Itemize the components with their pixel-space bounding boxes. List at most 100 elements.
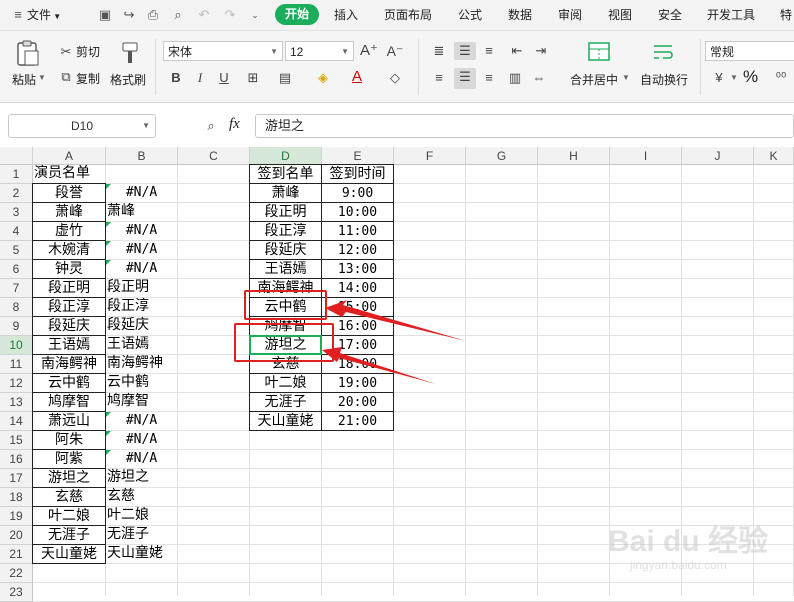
copy-icon[interactable]: ⧉ [57,68,75,86]
cell-a14[interactable]: 萧远山 [32,411,106,431]
cell-a11[interactable]: 南海鳄神 [32,354,106,374]
row-header-13[interactable]: 13 [0,393,33,412]
cell-d6[interactable]: 王语嫣 [249,259,322,279]
cell-a6[interactable]: 钟灵 [32,259,106,279]
cell-a19[interactable]: 叶二娘 [32,506,106,526]
row-header-2[interactable]: 2 [0,184,33,203]
column-header-k[interactable]: K [754,147,794,165]
cell-a13[interactable]: 鸠摩智 [32,392,106,412]
currency-icon[interactable]: ¥ [710,69,728,87]
cell-a1[interactable]: 演员名单 [32,164,106,184]
cell-e1[interactable]: 签到时间 [321,164,394,184]
cell-b7[interactable]: 段正明 [105,278,178,298]
row-header-11[interactable]: 11 [0,355,33,374]
cell-e5[interactable]: 12:00 [321,240,394,260]
row-header-5[interactable]: 5 [0,241,33,260]
cell-a20[interactable]: 无涯子 [32,525,106,545]
column-header-d[interactable]: D [250,147,322,165]
underline-icon[interactable]: U [215,69,233,87]
row-header-6[interactable]: 6 [0,260,33,279]
formula-input[interactable]: 游坦之 [255,114,794,138]
row-header-8[interactable]: 8 [0,298,33,317]
merge-center-button[interactable]: 合并居中 [570,71,618,88]
cell-d4[interactable]: 段正淳 [249,221,322,241]
cell-b21[interactable]: 天山童姥 [105,544,178,564]
cell-e14[interactable]: 21:00 [321,411,394,431]
cell-b10[interactable]: 王语嫣 [105,335,178,355]
print-icon[interactable]: ⎙ [145,7,161,23]
cell-d2[interactable]: 萧峰 [249,183,322,203]
tab-home[interactable]: 开始 [275,4,319,25]
print-preview-icon[interactable]: ⌕ [170,7,186,23]
row-header-12[interactable]: 12 [0,374,33,393]
align-middle-icon[interactable]: ☰ [454,42,476,60]
align-right-icon[interactable]: ≡ [480,69,498,87]
wrap-text-icon[interactable] [651,41,675,63]
align-left-icon[interactable]: ≡ [430,69,448,87]
font-color-icon[interactable]: A [348,68,366,86]
cell-b18[interactable]: 玄慈 [105,487,178,507]
font-name-select[interactable]: 宋体 ▼ [163,41,283,61]
cell-b16[interactable]: #N/A [105,449,178,469]
cell-b19[interactable]: 叶二娘 [105,506,178,526]
select-all-corner[interactable] [0,147,33,165]
wrap-text-button[interactable]: 自动换行 [640,71,688,88]
cell-b14[interactable]: #N/A [105,411,178,431]
cell-b11[interactable]: 南海鳄神 [105,354,178,374]
menu-icon[interactable]: ≡ [10,7,26,23]
decrease-font-icon[interactable]: A⁻ [386,42,404,60]
row-header-21[interactable]: 21 [0,545,33,564]
tab-review[interactable]: 审阅 [558,0,582,30]
undo-icon[interactable]: ↶ [196,7,212,23]
tab-security[interactable]: 安全 [658,0,682,30]
cell-a9[interactable]: 段延庆 [32,316,106,336]
file-menu[interactable]: 文件 ▼ [27,0,61,30]
zoom-search-icon[interactable]: ⌕ [202,117,220,135]
cut-button[interactable]: 剪切 [76,43,100,60]
tab-insert[interactable]: 插入 [334,0,358,30]
cell-a18[interactable]: 玄慈 [32,487,106,507]
tab-developer[interactable]: 开发工具 [707,0,755,30]
cell-a8[interactable]: 段正淳 [32,297,106,317]
column-header-e[interactable]: E [322,147,394,165]
row-header-4[interactable]: 4 [0,222,33,241]
cell-d12[interactable]: 叶二娘 [249,373,322,393]
tab-formulas[interactable]: 公式 [458,0,482,30]
tab-data[interactable]: 数据 [508,0,532,30]
cell-e13[interactable]: 20:00 [321,392,394,412]
percent-button[interactable]: % [743,67,758,87]
row-header-14[interactable]: 14 [0,412,33,431]
name-box[interactable]: D10 ▼ [8,114,156,138]
eraser-icon[interactable]: ◇ [386,69,404,87]
chevron-down-icon[interactable]: ▼ [622,73,630,82]
cell-a5[interactable]: 木婉清 [32,240,106,260]
save-icon[interactable]: ▣ [97,7,113,23]
cell-b9[interactable]: 段延庆 [105,316,178,336]
cell-b4[interactable]: #N/A [105,221,178,241]
font-size-select[interactable]: 12 ▼ [285,41,354,61]
column-header-h[interactable]: H [538,147,610,165]
cell-a2[interactable]: 段誉 [32,183,106,203]
cell-d1[interactable]: 签到名单 [249,164,322,184]
column-header-c[interactable]: C [178,147,250,165]
row-header-17[interactable]: 17 [0,469,33,488]
column-header-j[interactable]: J [682,147,754,165]
row-header-18[interactable]: 18 [0,488,33,507]
italic-icon[interactable]: I [191,69,209,87]
scissors-icon[interactable]: ✂ [57,43,75,61]
decrease-indent-icon[interactable]: ⇤ [508,42,526,60]
cell-b3[interactable]: 萧峰 [105,202,178,222]
column-header-i[interactable]: I [610,147,682,165]
paste-chevron-icon[interactable]: ▼ [38,73,46,82]
paste-label[interactable]: 粘贴 [12,71,36,88]
cell-style-icon[interactable]: ▤ [276,69,294,87]
row-header-16[interactable]: 16 [0,450,33,469]
align-bottom-icon[interactable]: ≡ [480,42,498,60]
cell-b20[interactable]: 无涯子 [105,525,178,545]
cell-b12[interactable]: 云中鹤 [105,373,178,393]
row-header-20[interactable]: 20 [0,526,33,545]
row-header-23[interactable]: 23 [0,583,33,602]
align-top-icon[interactable]: ≣ [430,42,448,60]
row-header-9[interactable]: 9 [0,317,33,336]
row-header-19[interactable]: 19 [0,507,33,526]
